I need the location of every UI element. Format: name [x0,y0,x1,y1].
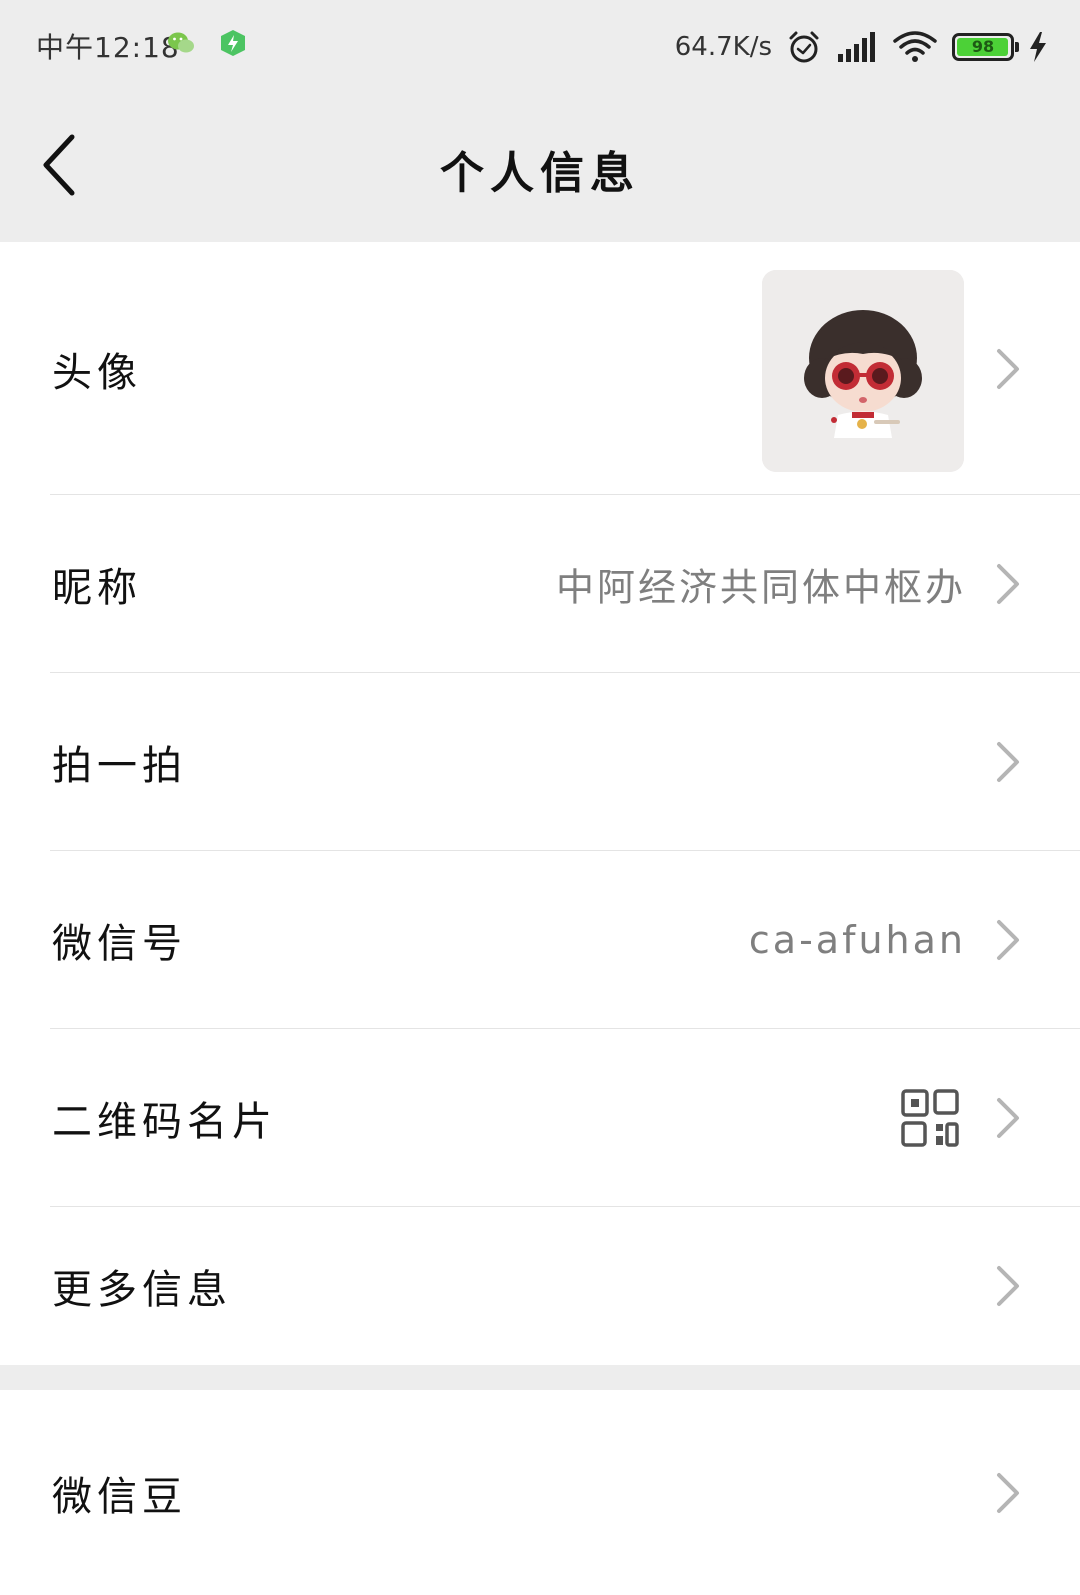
row-label: 微信号 [52,921,187,967]
wechat-id-value: ca-afuhan [748,918,966,962]
row-label: 微信豆 [52,1473,187,1520]
page-title: 个人信息 [440,148,640,199]
signal-icon [838,32,875,62]
navigation-bar: 个人信息 [0,95,1080,243]
row-pat[interactable]: 拍一拍 [0,673,1080,851]
chevron-right-icon [997,742,1019,782]
security-shield-icon [221,30,245,56]
row-wechat-id[interactable]: 微信号 ca-afuhan [0,851,1080,1029]
status-right-group: 64.7K/s 98 [675,22,1048,72]
status-time: 中午12:18 [36,31,180,64]
extra-section: 微信豆 [0,1390,1080,1595]
chevron-right-icon [997,348,1019,389]
alarm-icon [789,31,819,63]
row-label: 拍一拍 [52,743,187,789]
charging-icon [1030,32,1046,62]
row-more-info[interactable]: 更多信息 [0,1207,1080,1365]
avatar-image [762,270,964,472]
row-nickname[interactable]: 昵称 中阿经济共同体中枢办 [0,495,1080,673]
chevron-right-icon [997,1098,1019,1138]
row-avatar[interactable]: 头像 [0,242,1080,495]
network-speed: 64.7K/s [674,32,772,62]
status-bar: 中午12:18 64.7K/s 98 [0,0,1080,95]
chevron-right-icon [997,1472,1019,1513]
chevron-right-icon [997,1266,1019,1306]
row-qr-code[interactable]: 二维码名片 [0,1029,1080,1207]
chevron-right-icon [997,920,1019,960]
nickname-value: 中阿经济共同体中枢办 [555,565,966,610]
battery-icon: 98 [952,33,1019,61]
qr-code-icon [901,1089,959,1147]
avatar[interactable] [762,270,964,472]
wifi-icon [893,31,937,62]
row-label: 更多信息 [52,1267,232,1313]
row-label: 昵称 [52,565,142,611]
wechat-icon [168,32,194,53]
battery-level: 98 [971,37,995,56]
profile-section: 头像 昵称 中阿经济共同体中枢办 拍一拍 微信号 ca-afuhan 二维码名片… [0,242,1080,1365]
row-label: 二维码名片 [52,1099,277,1145]
row-wechat-beans[interactable]: 微信豆 [0,1390,1080,1595]
row-label: 头像 [52,349,142,396]
chevron-right-icon [997,564,1019,604]
